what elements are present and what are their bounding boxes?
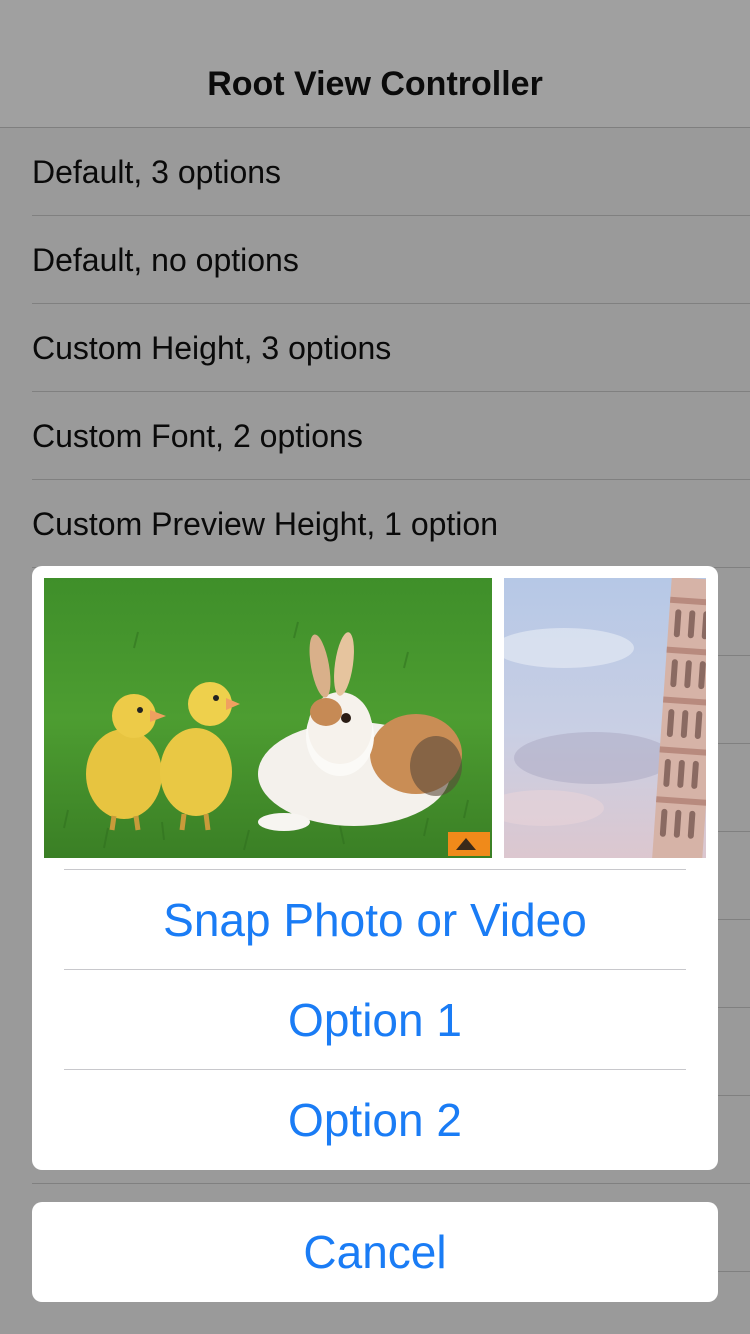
snap-photo-button[interactable]: Snap Photo or Video: [32, 871, 718, 970]
row-label: Custom Height, 3 options: [32, 330, 392, 366]
cancel-button[interactable]: Cancel: [32, 1202, 718, 1302]
table-row[interactable]: Custom Preview Height, 1 option: [0, 480, 750, 568]
table-row[interactable]: Custom Font, 2 options: [0, 392, 750, 480]
table-row[interactable]: Default, 3 options: [0, 128, 750, 216]
divider: [64, 869, 686, 870]
row-label: Custom Preview Height, 1 option: [32, 506, 498, 542]
leaning-tower-photo[interactable]: [504, 578, 706, 858]
nav-title: Root View Controller: [207, 65, 543, 103]
row-label: Default, 3 options: [32, 154, 282, 190]
photo-preview-strip[interactable]: [44, 578, 706, 858]
divider: [64, 969, 686, 970]
table-row[interactable]: Default, no options: [0, 216, 750, 304]
option-1-button[interactable]: Option 1: [32, 971, 718, 1070]
action-sheet: Snap Photo or Video Option 1 Option 2: [32, 566, 718, 1170]
row-label: Custom Font, 2 options: [32, 418, 363, 454]
option-2-button[interactable]: Option 2: [32, 1071, 718, 1170]
row-label: Default, no options: [32, 242, 299, 278]
ducklings-and-rabbit-photo[interactable]: [44, 578, 492, 858]
navigation-bar: Root View Controller: [0, 0, 750, 128]
divider: [64, 1069, 686, 1070]
table-row[interactable]: Custom Height, 3 options: [0, 304, 750, 392]
